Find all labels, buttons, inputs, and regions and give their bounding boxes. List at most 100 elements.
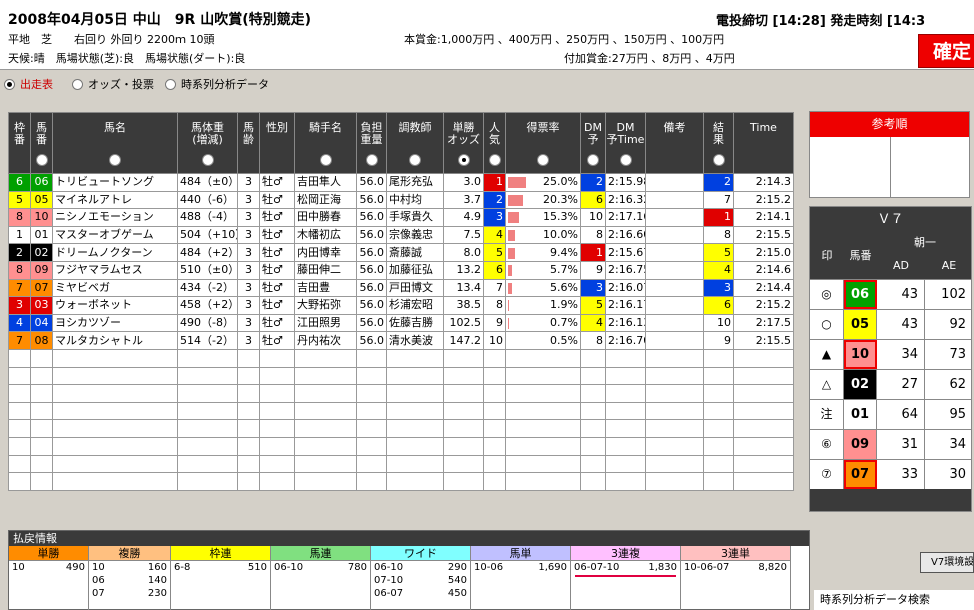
cell-result: 8 bbox=[703, 225, 734, 245]
radio-shussouhyou[interactable]: 出走表 bbox=[4, 76, 53, 92]
cell-time: 2:15.0 bbox=[733, 243, 794, 262]
table-row[interactable]: 7 08 マルタカシャトル 514（-2） 3 牡♂ 丹内祐次 56.0 清水美波 147.2 10… bbox=[8, 331, 794, 350]
cell-ninki: 4 bbox=[483, 225, 506, 245]
cell-weight: 484（+2） bbox=[177, 243, 238, 262]
sort-radio-icon[interactable] bbox=[537, 154, 549, 166]
col-header-15[interactable]: 結果 bbox=[703, 112, 734, 174]
col-header-9[interactable]: 単勝 オッズ bbox=[443, 112, 484, 174]
table-row[interactable] bbox=[8, 454, 794, 474]
table-row[interactable] bbox=[8, 366, 794, 386]
sort-radio-icon[interactable] bbox=[457, 154, 470, 166]
cell-sex: 牡♂ bbox=[259, 260, 295, 280]
sort-radio-icon[interactable] bbox=[365, 154, 378, 166]
table-row[interactable]: 5 05 マイネルアトレ 440（-6） 3 牡♂ 松岡正海 56.0 中村均 3.7 2 20.3%… bbox=[8, 190, 794, 210]
sort-radio-icon[interactable] bbox=[35, 154, 48, 166]
col-header-5[interactable]: 性別 bbox=[259, 112, 295, 174]
cell-ninki: 5 bbox=[483, 243, 506, 262]
cell-dm: 10 bbox=[580, 208, 606, 227]
cell-age: 3 bbox=[237, 313, 260, 333]
sort-radio-icon[interactable] bbox=[619, 154, 632, 166]
cell-trainer: 杉浦宏昭 bbox=[386, 296, 444, 315]
col-header-1[interactable]: 馬番 bbox=[30, 112, 53, 174]
cell-biko bbox=[645, 278, 704, 298]
table-row[interactable] bbox=[8, 384, 794, 403]
col-header-4[interactable]: 馬齢 bbox=[237, 112, 260, 174]
table-row[interactable]: 6 06 トリビュートソング 484（±0） 3 牡♂ 吉田隼人 56.0 尾形充弘 3.0 1 25… bbox=[8, 173, 794, 192]
table-row[interactable]: 8 09 フジヤマラムセス 510（±0） 3 牡♂ 藤田伸二 56.0 加藤征弘 13.2 6 5.… bbox=[8, 260, 794, 280]
cell-dmtime: 2:16.70 bbox=[605, 331, 646, 350]
cell-result: 10 bbox=[703, 313, 734, 333]
table-row[interactable]: 7 07 ミヤビベガ 434（-2） 3 牡♂ 吉田豊 56.0 戸田博文 13.4 7 5.6% 3 2… bbox=[8, 278, 794, 298]
cell-weight: 484（±0） bbox=[177, 173, 238, 192]
table-row[interactable]: 101マスターオブゲーム504（+10）3牡♂木幡初広56.0宗像義忠7.541… bbox=[8, 225, 794, 245]
col-header-2[interactable]: 馬名 bbox=[52, 112, 178, 174]
col-header-8[interactable]: 調教師 bbox=[386, 112, 444, 174]
cell-age: 3 bbox=[237, 278, 260, 298]
col-header-7[interactable]: 負担 重量 bbox=[356, 112, 387, 174]
cell-result: 9 bbox=[703, 331, 734, 350]
deadline-text: 電投締切 [14:28] 発走時刻 [14:3 bbox=[716, 14, 926, 29]
sort-radio-icon[interactable] bbox=[201, 154, 214, 166]
cell-weight: 434（-2） bbox=[177, 278, 238, 298]
col-header-3[interactable]: 馬体重 (増減) bbox=[177, 112, 238, 174]
cell-rate: 9.4% bbox=[505, 243, 581, 262]
cell-sex: 牡♂ bbox=[259, 173, 295, 192]
table-row[interactable]: 2 02 ドリームノクターン 484（+2） 3 牡♂ 内田博幸 56.0 斎藤誠 8.0 5 9.4… bbox=[8, 243, 794, 262]
cell-sex: 牡♂ bbox=[259, 190, 295, 210]
col-header-16[interactable]: Time bbox=[733, 112, 794, 174]
table-row[interactable] bbox=[8, 348, 794, 368]
cell-waku: 8 bbox=[8, 260, 31, 280]
v7-cell-mark: △ bbox=[810, 370, 844, 399]
radio-odds[interactable]: オッズ・投票 bbox=[72, 76, 154, 92]
sort-radio-icon[interactable] bbox=[109, 154, 121, 166]
col-header-11[interactable]: 得票率 bbox=[505, 112, 581, 174]
col-header-12[interactable]: DM 予 bbox=[580, 112, 606, 174]
cell-kinryo: 56.0 bbox=[356, 225, 387, 245]
cell-ninki: 3 bbox=[483, 208, 506, 227]
col-header-13[interactable]: DM 予Time bbox=[605, 112, 646, 174]
table-row[interactable] bbox=[8, 436, 794, 456]
v7-cell-mark: 注 bbox=[810, 400, 844, 429]
v7-settings-button[interactable]: V7環境設 bbox=[920, 552, 974, 573]
vote-rate-bar bbox=[508, 265, 512, 277]
cell-rate: 25.0% bbox=[505, 173, 581, 192]
table-row[interactable]: 4 04 ヨシカツゾー 490（-8） 3 牡♂ 江田照男 56.0 佐藤吉勝 102.5 9 0.7… bbox=[8, 313, 794, 333]
payout-combo: 07 bbox=[92, 588, 105, 599]
race-title: 2008年04月05日 中山 9R 山吹賞(特別競走) bbox=[8, 12, 311, 28]
weather-info: 天候:晴 馬場状態(芝):良 馬場状態(ダート):良 bbox=[8, 52, 246, 65]
radio-icon bbox=[165, 79, 176, 90]
table-row[interactable] bbox=[8, 472, 794, 491]
table-row[interactable] bbox=[8, 401, 794, 421]
radio-timeseries[interactable]: 時系列分析データ bbox=[165, 76, 269, 92]
cell-name: ニシノエモーション bbox=[52, 208, 178, 227]
v7-row: ▲ 10 34 73 bbox=[810, 339, 971, 369]
cell-waku: 7 bbox=[8, 278, 31, 298]
cell-biko bbox=[645, 208, 704, 227]
v7-cell-mark: ▲ bbox=[810, 340, 844, 369]
cell-ninki: 7 bbox=[483, 278, 506, 298]
col-header-6[interactable]: 騎手名 bbox=[294, 112, 357, 174]
cell-dmtime: 2:16.32 bbox=[605, 190, 646, 210]
cell-name: マイネルアトレ bbox=[52, 190, 178, 210]
sort-radio-icon[interactable] bbox=[319, 154, 332, 166]
sort-radio-icon[interactable] bbox=[712, 154, 725, 166]
col-header-14[interactable]: 備考 bbox=[645, 112, 704, 174]
timeseries-search-button[interactable]: 時系列分析データ検索 bbox=[814, 590, 974, 610]
col-header-0[interactable]: 枠番 bbox=[8, 112, 31, 174]
payout-panel: 払戻情報 単勝 10 490 複勝 10 160 06 140 07 230 枠連 6-8 510 馬連 0… bbox=[8, 530, 810, 610]
vote-rate-bar bbox=[508, 194, 523, 206]
cell-jockey: 江田照男 bbox=[294, 313, 357, 333]
cell-dm: 4 bbox=[580, 313, 606, 333]
payout-col: ワイド 06-10 290 07-10 540 06-07 450 bbox=[371, 546, 471, 610]
col-header-10[interactable]: 人気 bbox=[483, 112, 506, 174]
sort-radio-icon[interactable] bbox=[488, 154, 501, 166]
payout-combo: 06-10 bbox=[274, 562, 304, 573]
table-row[interactable] bbox=[8, 419, 794, 438]
table-row[interactable]: 8 10 ニシノエモーション 488（-4） 3 牡♂ 田中勝春 56.0 手塚貴久 4.9 3 15… bbox=[8, 208, 794, 227]
cell-time: 2:15.5 bbox=[733, 331, 794, 350]
cell-time: 2:14.6 bbox=[733, 260, 794, 280]
cell-rate: 15.3% bbox=[505, 208, 581, 227]
sort-radio-icon[interactable] bbox=[409, 154, 421, 166]
sort-radio-icon[interactable] bbox=[587, 154, 599, 166]
table-row[interactable]: 3 03 ウォーボネット 458（+2） 3 牡♂ 大野拓弥 56.0 杉浦宏昭 38.5 8 1.9… bbox=[8, 296, 794, 315]
